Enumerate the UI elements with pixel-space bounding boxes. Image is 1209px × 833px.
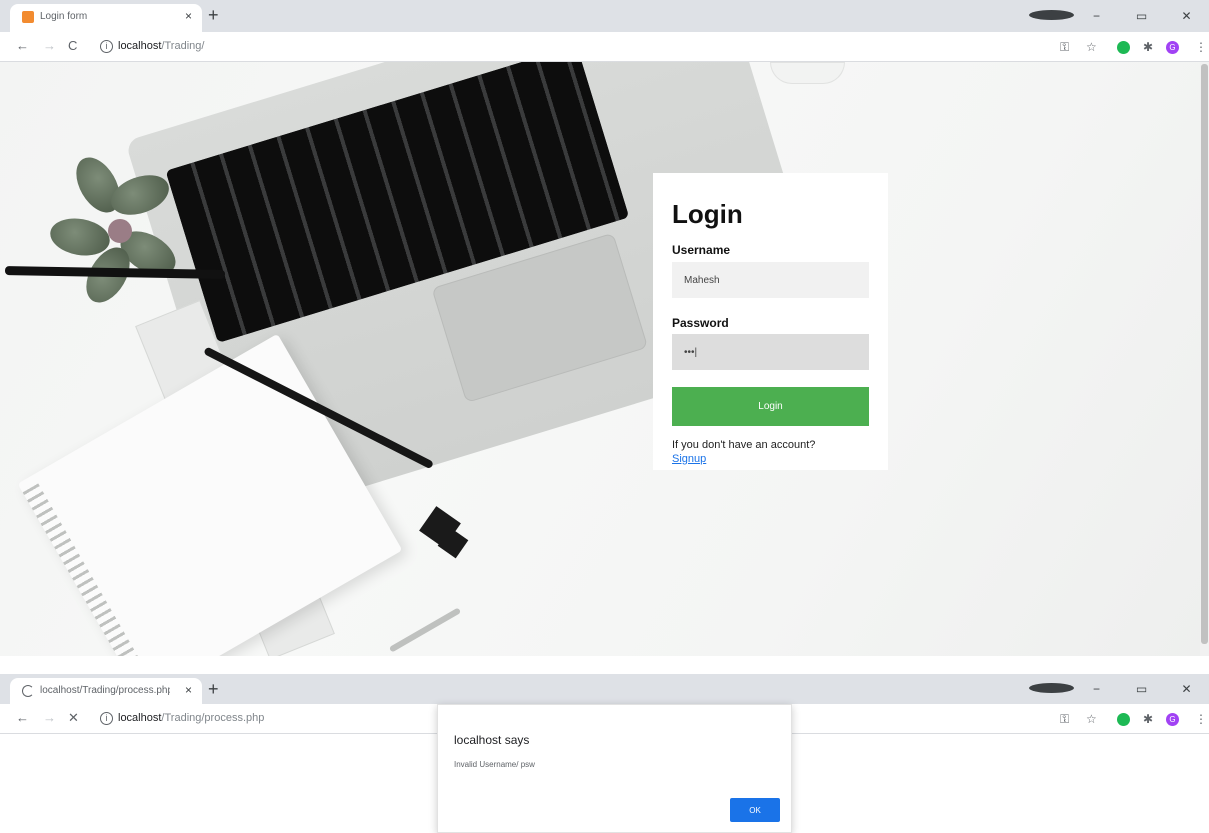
page-viewport: Login Username Password Login If you don… — [0, 62, 1209, 656]
maximize-button[interactable]: ▭ — [1119, 9, 1164, 23]
url-text: localhost/Trading/process.php — [118, 712, 265, 724]
signup-prompt: If you don't have an account? — [672, 439, 816, 451]
tab-title: Login form — [40, 11, 88, 22]
minimize-button[interactable]: − — [1074, 682, 1119, 696]
login-title: Login — [672, 199, 743, 229]
tab-title: localhost/Trading/process.php — [40, 685, 170, 696]
alert-dialog: localhost says Invalid Username/ psw OK — [437, 704, 792, 833]
browser-toolbar: ← → C i localhost/Trading/ ⚿ ☆ ✱ G ⋮ — [0, 32, 1209, 62]
password-label: Password — [672, 316, 729, 330]
back-button[interactable]: ← — [16, 711, 29, 725]
password-input[interactable] — [672, 334, 869, 370]
info-icon[interactable]: i — [100, 40, 113, 53]
back-button[interactable]: ← — [16, 39, 29, 53]
alert-message: Invalid Username/ psw — [454, 760, 535, 769]
login-button[interactable]: Login — [672, 387, 869, 426]
extensions-puzzle-icon[interactable]: ✱ — [1143, 712, 1153, 726]
favicon-icon — [22, 11, 34, 23]
profile-menu-icon[interactable] — [1029, 682, 1074, 696]
close-tab-icon[interactable]: × — [185, 9, 192, 23]
signup-link[interactable]: Signup — [672, 453, 706, 465]
tab-strip: localhost/Trading/process.php × + − ▭ ✕ — [0, 674, 1209, 706]
profile-menu-icon[interactable] — [1029, 9, 1074, 23]
minimize-button[interactable]: − — [1074, 9, 1119, 23]
new-tab-button[interactable]: + — [208, 6, 219, 24]
profile-avatar[interactable]: G — [1166, 41, 1179, 54]
new-tab-button[interactable]: + — [208, 680, 219, 698]
window-controls: − ▭ ✕ — [1029, 674, 1209, 704]
extensions-puzzle-icon[interactable]: ✱ — [1143, 40, 1153, 54]
stop-loading-button[interactable]: ✕ — [68, 711, 79, 725]
background-mouse — [770, 62, 845, 84]
browser-menu-icon[interactable]: ⋮ — [1195, 712, 1207, 726]
tab-login-form[interactable]: Login form × — [10, 4, 202, 32]
forward-button[interactable]: → — [43, 711, 56, 725]
reload-button[interactable]: C — [68, 39, 77, 53]
tab-strip: Login form × + − ▭ ✕ — [0, 0, 1209, 32]
info-icon[interactable]: i — [100, 712, 113, 725]
key-icon[interactable]: ⚿ — [1060, 712, 1069, 726]
window-controls: − ▭ ✕ — [1029, 0, 1209, 32]
close-window-button[interactable]: ✕ — [1164, 682, 1209, 696]
tab-process[interactable]: localhost/Trading/process.php × — [10, 678, 202, 706]
key-icon[interactable]: ⚿ — [1060, 40, 1069, 54]
background-plant-image — [47, 150, 188, 310]
browser-window-login: Login form × + − ▭ ✕ ← → C i localhost/T… — [0, 0, 1209, 662]
alert-title: localhost says — [454, 733, 530, 747]
address-bar[interactable]: i localhost/Trading/ — [92, 36, 1042, 58]
forward-button[interactable]: → — [43, 39, 56, 53]
login-form-card: Login Username Password Login If you don… — [653, 173, 888, 470]
background-pen-silver — [388, 607, 462, 653]
close-tab-icon[interactable]: × — [185, 683, 192, 697]
username-label: Username — [672, 243, 731, 257]
bookmark-star-icon[interactable]: ☆ — [1086, 712, 1097, 726]
extension-green-icon[interactable] — [1117, 41, 1130, 54]
maximize-button[interactable]: ▭ — [1119, 682, 1164, 696]
profile-avatar[interactable]: G — [1166, 713, 1179, 726]
loading-icon — [22, 685, 34, 697]
url-text: localhost/Trading/ — [118, 40, 205, 52]
browser-menu-icon[interactable]: ⋮ — [1195, 40, 1207, 54]
page-scrollbar[interactable] — [1200, 62, 1209, 656]
username-input[interactable] — [672, 262, 869, 298]
alert-ok-button[interactable]: OK — [730, 798, 780, 822]
extension-green-icon[interactable] — [1117, 713, 1130, 726]
close-window-button[interactable]: ✕ — [1164, 9, 1209, 23]
bookmark-star-icon[interactable]: ☆ — [1086, 40, 1097, 54]
